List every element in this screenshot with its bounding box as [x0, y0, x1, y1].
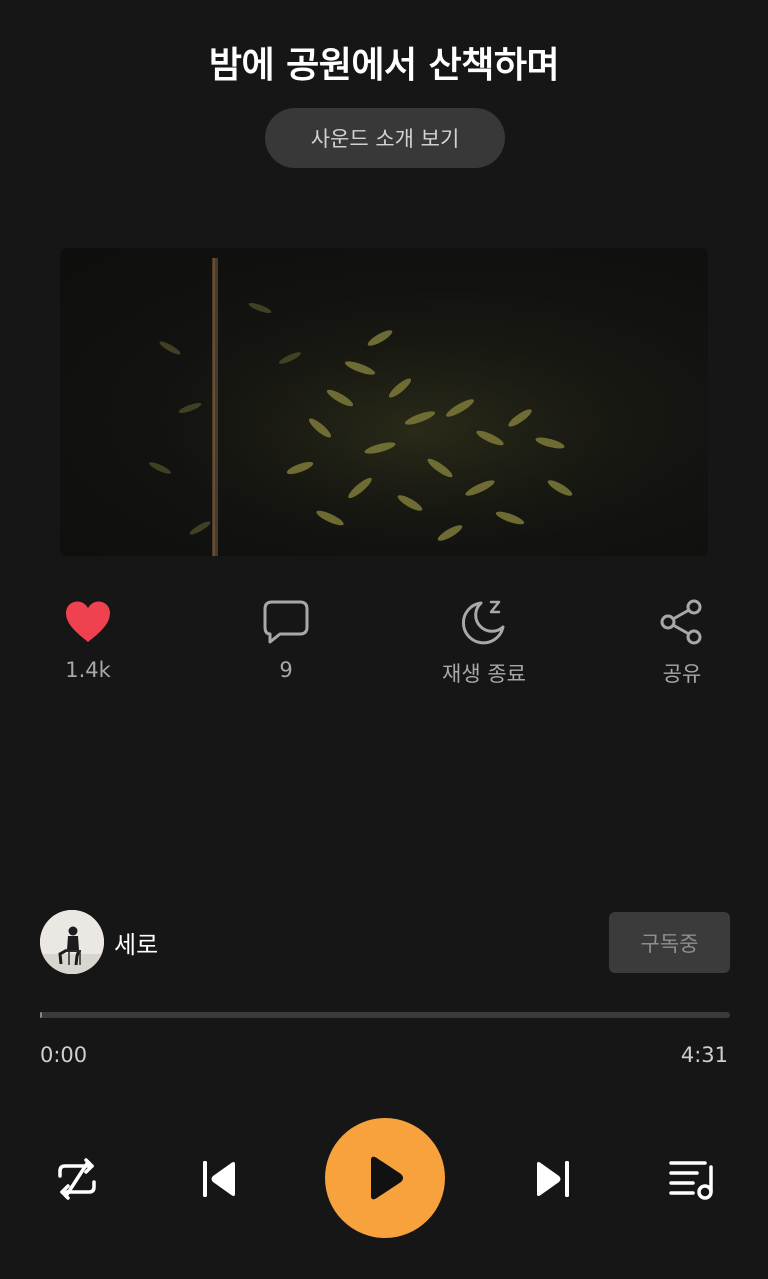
avatar[interactable]	[40, 910, 104, 974]
heart-icon	[63, 596, 113, 648]
sound-intro-button[interactable]: 사운드 소개 보기	[265, 108, 505, 168]
next-button[interactable]	[526, 1152, 580, 1206]
subscribe-button[interactable]: 구독중	[609, 912, 730, 973]
comment-button[interactable]: 9	[216, 596, 356, 696]
current-time: 0:00	[40, 1043, 88, 1067]
comment-icon	[261, 596, 311, 648]
previous-icon	[203, 1161, 235, 1197]
share-icon	[657, 596, 707, 648]
creator-name[interactable]: 세로	[114, 925, 158, 960]
play-button[interactable]	[325, 1118, 445, 1238]
next-icon	[537, 1161, 569, 1197]
progress-track	[40, 1012, 730, 1018]
action-bar: 1.4k 9 재생 종료 공유	[0, 596, 768, 696]
total-time: 4:31	[680, 1043, 728, 1067]
progress-fill	[40, 1012, 42, 1018]
sleep-timer-button[interactable]: 재생 종료	[414, 596, 554, 696]
cover-image	[60, 248, 708, 556]
share-button[interactable]: 공유	[612, 596, 752, 696]
sleep-timer-icon	[459, 596, 509, 648]
sleep-timer-label: 재생 종료	[442, 662, 526, 686]
previous-button[interactable]	[192, 1152, 246, 1206]
play-icon	[371, 1156, 403, 1200]
page-title: 밤에 공원에서 산책하며	[208, 45, 560, 86]
progress-bar[interactable]	[40, 1009, 730, 1021]
playlist-icon	[669, 1161, 713, 1200]
creator-info: 세로	[40, 910, 158, 974]
like-button[interactable]: 1.4k	[18, 596, 158, 696]
share-label: 공유	[662, 662, 702, 686]
comment-count: 9	[279, 658, 293, 682]
repeat-icon	[58, 1158, 96, 1200]
playlist-button[interactable]	[664, 1152, 720, 1206]
repeat-button[interactable]	[50, 1152, 104, 1206]
like-count: 1.4k	[65, 658, 111, 682]
